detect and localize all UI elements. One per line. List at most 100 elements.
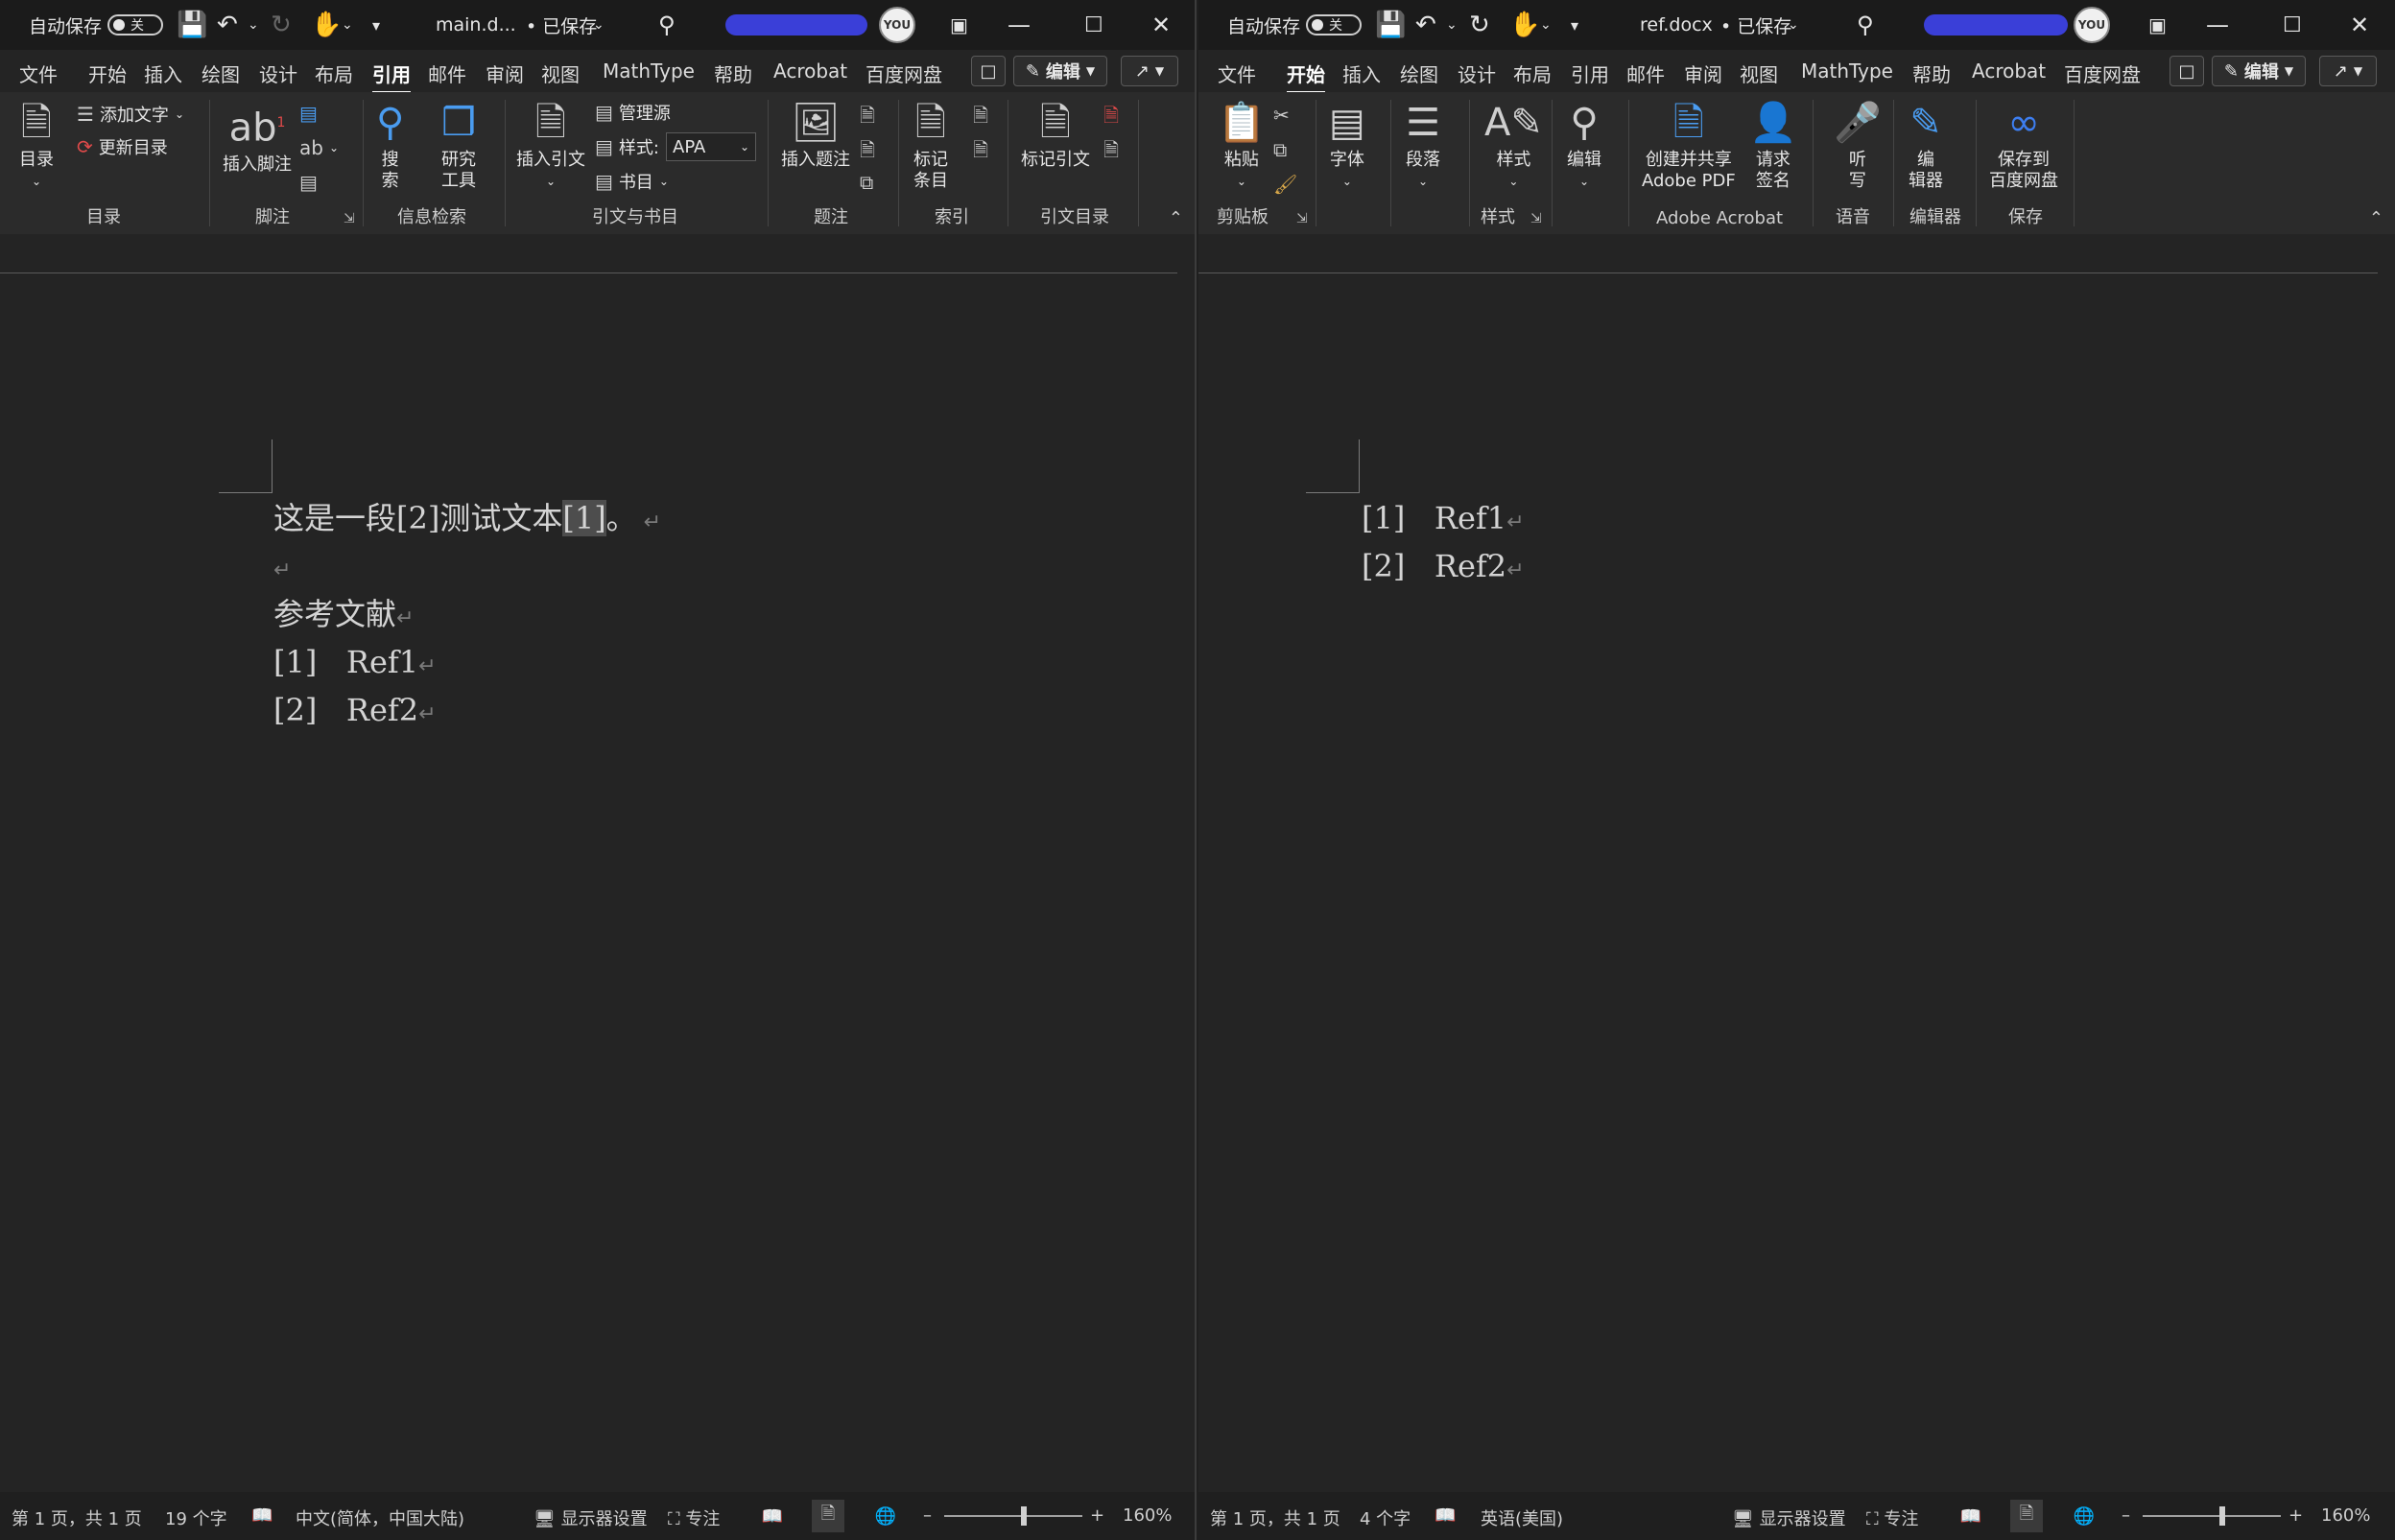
minimize-icon[interactable]: — bbox=[1008, 0, 1031, 50]
tab-mailings[interactable]: 邮件 bbox=[1626, 59, 1665, 87]
word-count[interactable]: 4 个字 bbox=[1360, 1505, 1411, 1530]
paragraph-button[interactable]: ☰ 段落 ⌄ bbox=[1406, 100, 1440, 192]
undo-icon[interactable]: ↶ bbox=[217, 0, 238, 50]
document-area[interactable]: 这是一段[2]测试文本[1]。 ↵ ↵ 参考文献↵ [1] Ref1↵ [2] … bbox=[0, 234, 1195, 1492]
minimize-icon[interactable]: — bbox=[2206, 0, 2229, 50]
touch-dropdown-icon[interactable]: ⌄ bbox=[342, 0, 353, 50]
zoom-out-icon[interactable]: – bbox=[923, 1505, 932, 1526]
focus-button[interactable]: ⛶ 专注 bbox=[668, 1505, 720, 1530]
zoom-out-icon[interactable]: – bbox=[2122, 1505, 2130, 1526]
cut-button[interactable]: ✂ bbox=[1273, 104, 1290, 127]
document-filename[interactable]: ref.docx bbox=[1640, 0, 1713, 50]
search-button[interactable]: ⚲ 搜 索 bbox=[376, 100, 404, 192]
zoom-level[interactable]: 160% bbox=[1123, 1505, 1172, 1526]
tab-references[interactable]: 引用 bbox=[1571, 59, 1609, 87]
tab-home[interactable]: 开始 bbox=[88, 59, 127, 87]
save-status[interactable]: • 已保存 bbox=[526, 0, 597, 50]
page-count[interactable]: 第 1 页，共 1 页 bbox=[12, 1505, 142, 1530]
save-status[interactable]: • 已保存 bbox=[1720, 0, 1791, 50]
proofing-icon[interactable]: 📖 bbox=[1435, 1505, 1456, 1526]
dialog-launcher-icon[interactable]: ⇲ bbox=[1296, 211, 1308, 226]
dictate-button[interactable]: 🎤 听 写 bbox=[1834, 100, 1882, 192]
tab-design[interactable]: 设计 bbox=[259, 59, 297, 87]
customize-qat-icon[interactable]: ▾ bbox=[1571, 0, 1578, 50]
save-status-chevron-icon[interactable]: ⌄ bbox=[593, 0, 605, 50]
references-heading[interactable]: 参考文献↵ bbox=[273, 595, 414, 638]
cross-reference-button[interactable]: ⧉ bbox=[860, 171, 873, 194]
tab-insert[interactable]: 插入 bbox=[144, 59, 182, 87]
tab-file[interactable]: 文件 bbox=[1218, 59, 1256, 87]
tab-help[interactable]: 帮助 bbox=[714, 59, 752, 87]
undo-dropdown-icon[interactable]: ⌄ bbox=[248, 0, 259, 50]
read-mode-icon[interactable]: 📖 bbox=[756, 1500, 789, 1532]
empty-paragraph[interactable]: ↵ bbox=[273, 547, 291, 590]
body-paragraph[interactable]: 这是一段[2]测试文本[1]。 ↵ bbox=[273, 499, 661, 542]
undo-icon[interactable]: ↶ bbox=[1415, 0, 1436, 50]
save-status-chevron-icon[interactable]: ⌄ bbox=[1788, 0, 1799, 50]
reference-entry[interactable]: [1] Ref1↵ bbox=[273, 643, 437, 686]
tab-help[interactable]: 帮助 bbox=[1912, 59, 1951, 87]
save-icon[interactable]: 💾 bbox=[177, 0, 207, 50]
comments-button[interactable]: □ bbox=[2170, 56, 2204, 86]
manage-sources-button[interactable]: ▤ 管理源 bbox=[595, 100, 671, 125]
language-indicator[interactable]: 英语(美国) bbox=[1481, 1505, 1563, 1530]
citation-field[interactable]: [1] bbox=[562, 500, 606, 536]
update-index-button[interactable]: 🗎 bbox=[973, 136, 988, 169]
tab-mathtype[interactable]: MathType bbox=[603, 59, 695, 83]
web-layout-icon[interactable]: 🌐 bbox=[869, 1500, 902, 1532]
reference-entry[interactable]: [2] Ref2↵ bbox=[1362, 547, 1525, 590]
avatar[interactable]: YOU bbox=[879, 7, 915, 43]
maximize-icon[interactable]: ☐ bbox=[2283, 0, 2302, 50]
mark-entry-button[interactable]: 🗎 标记 条目 bbox=[913, 100, 948, 192]
tab-review[interactable]: 审阅 bbox=[1684, 59, 1722, 87]
touch-mode-icon[interactable]: ✋ bbox=[311, 0, 342, 50]
toc-button[interactable]: 🗎 目录 ⌄ bbox=[19, 100, 54, 192]
redo-icon[interactable]: ↻ bbox=[1469, 0, 1490, 50]
collapse-ribbon-icon[interactable]: ⌃ bbox=[2369, 208, 2383, 228]
tab-references[interactable]: 引用 bbox=[372, 59, 411, 95]
language-indicator[interactable]: 中文(简体，中国大陆) bbox=[296, 1505, 464, 1530]
zoom-slider[interactable] bbox=[944, 1515, 1082, 1517]
zoom-slider-thumb[interactable] bbox=[1021, 1506, 1027, 1526]
zoom-in-icon[interactable]: + bbox=[1090, 1505, 1104, 1526]
insert-toa-button[interactable]: 🗎 bbox=[1103, 102, 1119, 134]
search-icon[interactable]: ⚲ bbox=[1857, 0, 1874, 50]
update-table-button[interactable]: 🗎 bbox=[860, 136, 875, 169]
document-filename[interactable]: main.d... bbox=[436, 0, 516, 50]
tab-acrobat[interactable]: Acrobat bbox=[1972, 59, 2046, 83]
avatar[interactable]: YOU bbox=[2074, 7, 2110, 43]
autosave-toggle[interactable]: 关 bbox=[1306, 14, 1362, 36]
ribbon-display-icon[interactable]: ▣ bbox=[950, 0, 968, 50]
word-count[interactable]: 19 个字 bbox=[165, 1505, 227, 1530]
dialog-launcher-icon[interactable]: ⇲ bbox=[1530, 211, 1542, 226]
insert-index-button[interactable]: 🗎 bbox=[973, 102, 988, 134]
tab-layout[interactable]: 布局 bbox=[1513, 59, 1552, 87]
insert-endnote-button[interactable]: ▤ bbox=[299, 102, 318, 125]
tab-home[interactable]: 开始 bbox=[1287, 59, 1325, 95]
print-layout-icon[interactable]: 🗎 bbox=[812, 1500, 844, 1532]
bibliography-button[interactable]: ▤ 书目 ⌄ bbox=[595, 169, 669, 194]
ribbon-display-icon[interactable]: ▣ bbox=[2148, 0, 2167, 50]
display-settings-button[interactable]: 🖥 显示器设置 bbox=[534, 1505, 648, 1530]
comments-button[interactable]: □ bbox=[971, 56, 1006, 86]
tab-draw[interactable]: 绘图 bbox=[1400, 59, 1438, 87]
insert-table-of-figures-button[interactable]: 🗎 bbox=[860, 102, 875, 134]
save-to-baidu-button[interactable]: ∞ 保存到 百度网盘 bbox=[1989, 100, 2058, 192]
font-button[interactable]: ▤ 字体 ⌄ bbox=[1329, 100, 1365, 192]
tab-acrobat[interactable]: Acrobat bbox=[773, 59, 847, 83]
read-mode-icon[interactable]: 📖 bbox=[1955, 1500, 1987, 1532]
share-button[interactable]: ↗ ▼ bbox=[2319, 56, 2377, 86]
tab-mathtype[interactable]: MathType bbox=[1801, 59, 1893, 83]
search-icon[interactable]: ⚲ bbox=[658, 0, 676, 50]
tab-view[interactable]: 视图 bbox=[541, 59, 580, 87]
zoom-slider-thumb[interactable] bbox=[2219, 1506, 2225, 1526]
reference-entry[interactable]: [1] Ref1↵ bbox=[1362, 499, 1525, 542]
show-notes-button[interactable]: ▤ bbox=[299, 171, 318, 194]
document-area[interactable]: [1] Ref1↵ [2] Ref2↵ bbox=[1198, 234, 2395, 1492]
copy-button[interactable]: ⧉ bbox=[1273, 138, 1287, 161]
citation-style-select[interactable]: APA ⌄ bbox=[666, 132, 756, 161]
add-text-button[interactable]: ☰ 添加文字 ⌄ bbox=[77, 102, 184, 127]
styles-button[interactable]: A✎ 样式 ⌄ bbox=[1484, 100, 1543, 192]
close-icon[interactable]: ✕ bbox=[2350, 0, 2369, 50]
redo-icon[interactable]: ↻ bbox=[271, 0, 292, 50]
